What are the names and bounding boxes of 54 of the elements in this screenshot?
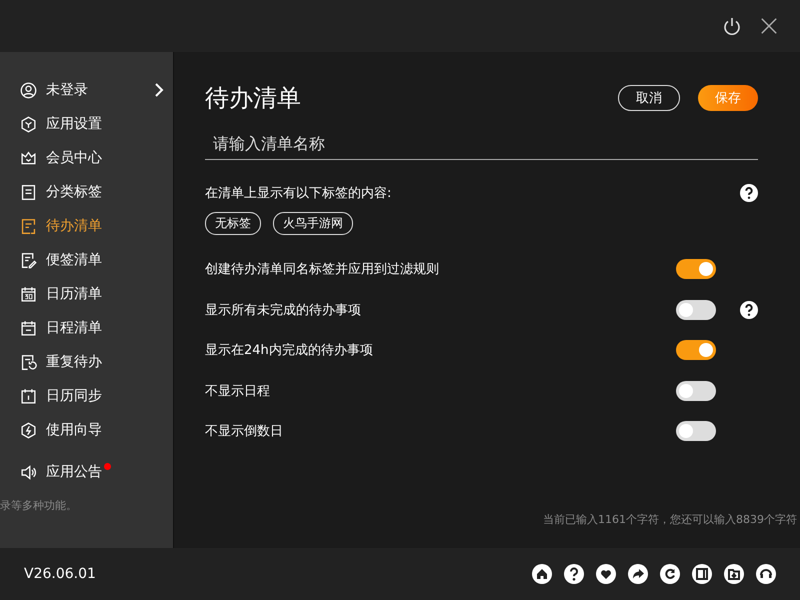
bolt-icon (20, 422, 37, 438)
option-label: 不显示倒数日 (205, 423, 284, 440)
page-title: 待办清单 (205, 83, 302, 114)
sidebar-item[interactable]: 重复待办 (0, 348, 173, 376)
help-icon[interactable] (740, 300, 758, 319)
calendar-icon (20, 320, 37, 336)
option-label: 显示所有未完成的待办事项 (205, 302, 362, 319)
exit-icon[interactable] (692, 564, 712, 584)
background-text: 当前已输入1161个字符，您还可以输入8839个字符 (543, 512, 797, 527)
checklist-icon (20, 218, 37, 234)
sidebar-item[interactable]: 会员中心 (0, 144, 173, 172)
power-icon[interactable] (722, 16, 742, 36)
toggle-switch[interactable] (676, 259, 716, 280)
toggle-switch[interactable] (676, 340, 716, 360)
download-icon[interactable] (724, 564, 744, 584)
close-icon[interactable] (760, 17, 778, 35)
option-label: 显示在24h内完成的待办事项 (205, 342, 374, 360)
toggle-switch[interactable] (676, 421, 716, 442)
toggle-switch[interactable] (676, 300, 716, 320)
sidebar-item[interactable]: 日历清单 (0, 280, 173, 308)
version-label: V26.06.01 (24, 566, 97, 582)
sidebar-item[interactable]: 便签清单 (0, 246, 173, 274)
tag-chip[interactable]: 无标签 (205, 212, 261, 235)
sidebar-item[interactable]: 使用向导 (0, 416, 173, 444)
background-text: 录等多种功能。 (0, 498, 77, 513)
refresh-icon[interactable] (660, 564, 680, 584)
toggle-switch[interactable] (676, 380, 716, 401)
tag-chip[interactable]: 火鸟手游网 (273, 212, 353, 235)
note-edit-icon (20, 252, 37, 268)
sidebar-item[interactable]: 应用设置 (0, 110, 173, 138)
speaker-icon (20, 464, 37, 480)
document-icon (20, 184, 37, 200)
cube-icon (20, 116, 37, 132)
headset-icon[interactable] (756, 564, 776, 584)
calendar-icon (20, 286, 37, 302)
sidebar-item[interactable]: 分类标签 (0, 178, 173, 206)
cancel-button[interactable]: 取消 (618, 85, 680, 111)
user-icon (20, 82, 37, 98)
sidebar-item[interactable]: 应用公告 (0, 458, 173, 486)
option-label: 创建待办清单同名标签并应用到过滤规则 (205, 261, 440, 278)
tags-label: 在清单上显示有以下标签的内容: (205, 185, 392, 202)
sidebar-item[interactable]: 日程清单 (0, 314, 173, 342)
help-icon[interactable] (740, 184, 758, 202)
crown-icon (20, 150, 37, 166)
sidebar-item[interactable]: 待办清单 (0, 212, 173, 240)
calendar-icon (20, 388, 37, 404)
home-icon[interactable] (532, 564, 552, 584)
help-icon[interactable] (564, 564, 584, 584)
input-field[interactable]: 请输入清单名称 (205, 128, 758, 160)
sidebar-item[interactable]: 日历同步 (0, 382, 173, 410)
sidebar-item[interactable]: 未登录 (0, 76, 173, 104)
option-label: 不显示日程 (205, 382, 271, 400)
share-icon[interactable] (628, 564, 648, 584)
repeat-icon (20, 354, 37, 370)
